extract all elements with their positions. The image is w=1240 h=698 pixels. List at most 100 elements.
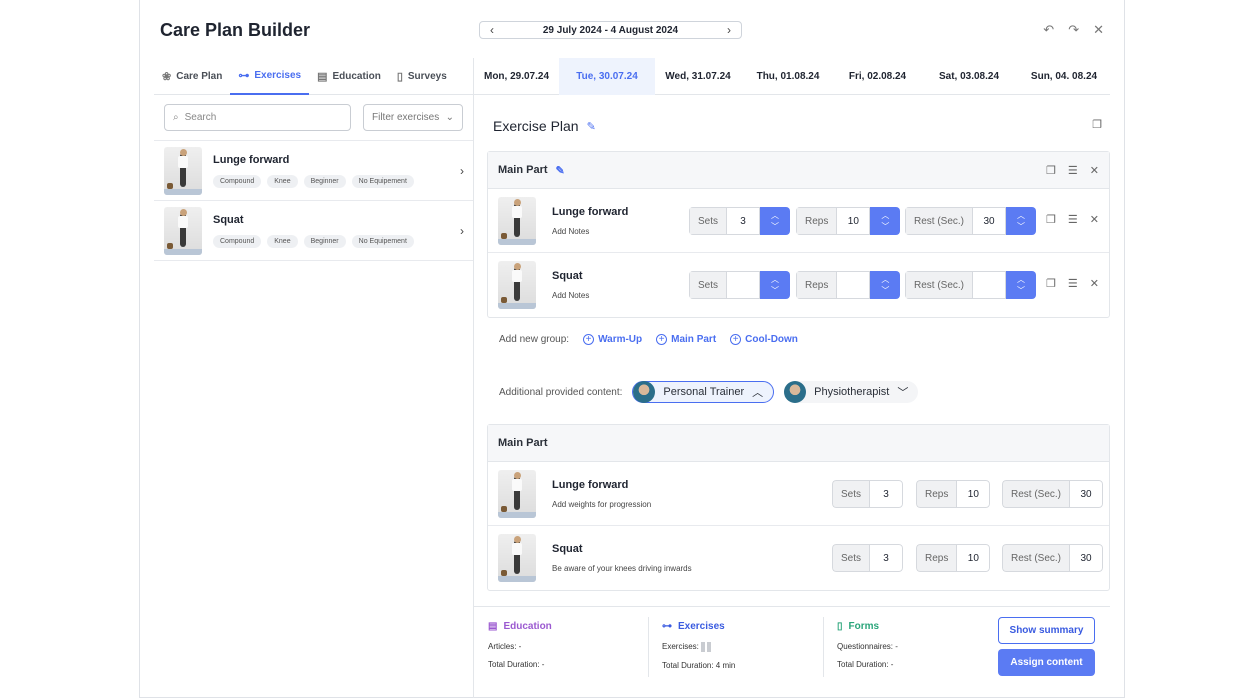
library-item-squat[interactable]: Squat Compound Knee Beginner No Equipeme… [154,201,474,261]
stepper-arrows[interactable]: ︿ ﹀ [1006,207,1037,235]
exercise-count-bar [700,642,705,652]
chevron-left-icon[interactable]: ‹ [490,23,494,37]
copy-icon[interactable]: ❐ [1092,118,1102,131]
summary-exercises: ⊶ Exercises Exercises: Total Duration: 4 … [662,621,735,679]
copy-icon[interactable]: ❐ [1046,164,1056,177]
reps-stepper[interactable]: Reps ︿ ﹀ [796,271,901,299]
search-input[interactable]: ⌕ Search [164,104,351,131]
rest-label: Rest (Sec.) [905,271,973,299]
rest-value[interactable] [972,271,1007,299]
tab-day-thu[interactable]: Thu, 01.08.24 [741,58,835,95]
add-cool-down-button[interactable]: + Cool-Down [730,334,798,345]
tab-day-fri[interactable]: Fri, 02.08.24 [835,58,920,95]
tag: Compound [213,234,262,248]
add-main-part-button[interactable]: + Main Part [656,334,716,345]
reps-value: 10 [956,480,991,508]
clipboard-icon: ▯ [837,621,843,632]
chevron-up-icon: ︿ [771,275,780,284]
tab-day-wed[interactable]: Wed, 31.07.24 [655,58,741,95]
library-tabs: ❀ Care Plan ⊶ Exercises ▤ Education ▯ Su… [154,58,474,95]
stepper-arrows[interactable]: ︿ ﹀ [870,207,901,235]
library-item-lunge-forward[interactable]: Lunge forward Compound Knee Beginner No … [154,141,474,201]
care-plan-icon: ❀ [162,71,172,83]
plus-circle-icon: + [583,334,595,345]
tab-surveys[interactable]: ▯ Surveys [389,58,455,95]
plus-circle-icon: + [656,334,668,345]
rest-value[interactable]: 30 [972,207,1007,235]
redo-icon[interactable]: ↷ [1068,22,1079,38]
reorder-icon[interactable]: ☰ [1068,213,1078,226]
add-notes-link[interactable]: Add Notes [552,227,628,236]
reorder-icon[interactable]: ☰ [1068,277,1078,290]
chevron-down-icon: ﹀ [771,286,780,295]
show-summary-button[interactable]: Show summary [998,617,1095,644]
rest-display: Rest (Sec.) 30 [1002,544,1104,572]
sets-value[interactable] [726,271,761,299]
close-icon[interactable]: ✕ [1093,22,1104,38]
tab-day-sun[interactable]: Sun, 04. 08.24 [1018,58,1110,95]
tag: No Equipement [351,174,414,188]
additional-provided-content: Additional provided content: Personal Tr… [499,381,919,403]
physiotherapist-toggle[interactable]: Physiotherapist ﹀ [784,381,919,403]
add-warm-up-button[interactable]: + Warm-Up [583,334,642,345]
reps-value[interactable]: 10 [836,207,871,235]
close-icon[interactable]: ✕ [1090,164,1099,177]
chevron-right-icon[interactable]: › [460,224,464,238]
tab-day-mon[interactable]: Mon, 29.07.24 [474,58,559,95]
provided-row-lunge-forward: Lunge forward Add weights for progressio… [488,462,1109,526]
copy-icon[interactable]: ❐ [1046,213,1056,226]
exercise-name: Squat [213,213,244,226]
pencil-icon[interactable]: ✎ [587,120,596,133]
reps-value[interactable] [836,271,871,299]
summary-line: Total Duration: 4 min [662,661,736,670]
pencil-icon[interactable]: ✎ [556,164,565,177]
tab-care-plan[interactable]: ❀ Care Plan [154,58,230,95]
stepper-arrows[interactable]: ︿ ﹀ [760,207,791,235]
reps-stepper[interactable]: Reps 10 ︿ ﹀ [796,207,901,235]
reps-label: Reps [916,480,957,508]
sets-stepper[interactable]: Sets 3 ︿ ﹀ [689,207,791,235]
book-icon: ▤ [488,621,498,632]
chevron-up-icon: ︿ [881,275,890,284]
exercise-name: Lunge forward [552,478,629,491]
summary-line: Questionnaires: - [837,642,898,651]
rest-stepper[interactable]: Rest (Sec.) ︿ ﹀ [905,271,1037,299]
sets-value[interactable]: 3 [726,207,761,235]
tag: No Equipement [351,234,414,248]
tag: Knee [267,234,298,248]
avatar [784,381,807,403]
personal-trainer-toggle[interactable]: Personal Trainer ︿ [632,381,775,403]
stepper-arrows[interactable]: ︿ ﹀ [870,271,901,299]
rest-stepper[interactable]: Rest (Sec.) 30 ︿ ﹀ [905,207,1037,235]
group-title: Main Part [498,164,548,176]
tag: Beginner [303,174,346,188]
reorder-icon[interactable]: ☰ [1068,164,1078,177]
date-range-picker[interactable]: ‹ 29 July 2024 - 4 August 2024 › [479,21,742,39]
tab-day-sat[interactable]: Sat, 03.08.24 [920,58,1018,95]
chevron-right-icon[interactable]: › [727,23,731,37]
undo-icon[interactable]: ↶ [1043,22,1054,38]
assign-content-button[interactable]: Assign content [998,649,1095,676]
provided-group-main-part: Main Part Lunge forward Add weights for … [487,424,1110,591]
filter-exercises-dropdown[interactable]: Filter exercises ⌄ [363,104,463,131]
stepper-arrows[interactable]: ︿ ﹀ [760,271,791,299]
tag: Knee [267,174,298,188]
add-notes-link[interactable]: Add Notes [552,291,589,300]
reps-label: Reps [796,207,837,235]
chevron-down-icon: ﹀ [881,286,890,295]
close-icon[interactable]: ✕ [1090,277,1099,290]
tab-education[interactable]: ▤ Education [309,58,389,95]
close-icon[interactable]: ✕ [1090,213,1099,226]
tab-day-tue[interactable]: Tue, 30.07.24 [559,58,655,95]
chevron-right-icon[interactable]: › [460,164,464,178]
reps-display: Reps 10 [916,480,991,508]
summary-forms: ▯ Forms Questionnaires: - Total Duration:… [837,621,898,678]
stepper-arrows[interactable]: ︿ ﹀ [1006,271,1037,299]
library-panel: ❀ Care Plan ⊶ Exercises ▤ Education ▯ Su… [154,58,474,698]
sets-label: Sets [689,271,727,299]
tab-exercises[interactable]: ⊶ Exercises [230,58,310,95]
exercise-name: Squat [552,543,583,555]
summary-line: Articles: - [488,642,522,651]
copy-icon[interactable]: ❐ [1046,277,1056,290]
sets-stepper[interactable]: Sets ︿ ﹀ [689,271,791,299]
